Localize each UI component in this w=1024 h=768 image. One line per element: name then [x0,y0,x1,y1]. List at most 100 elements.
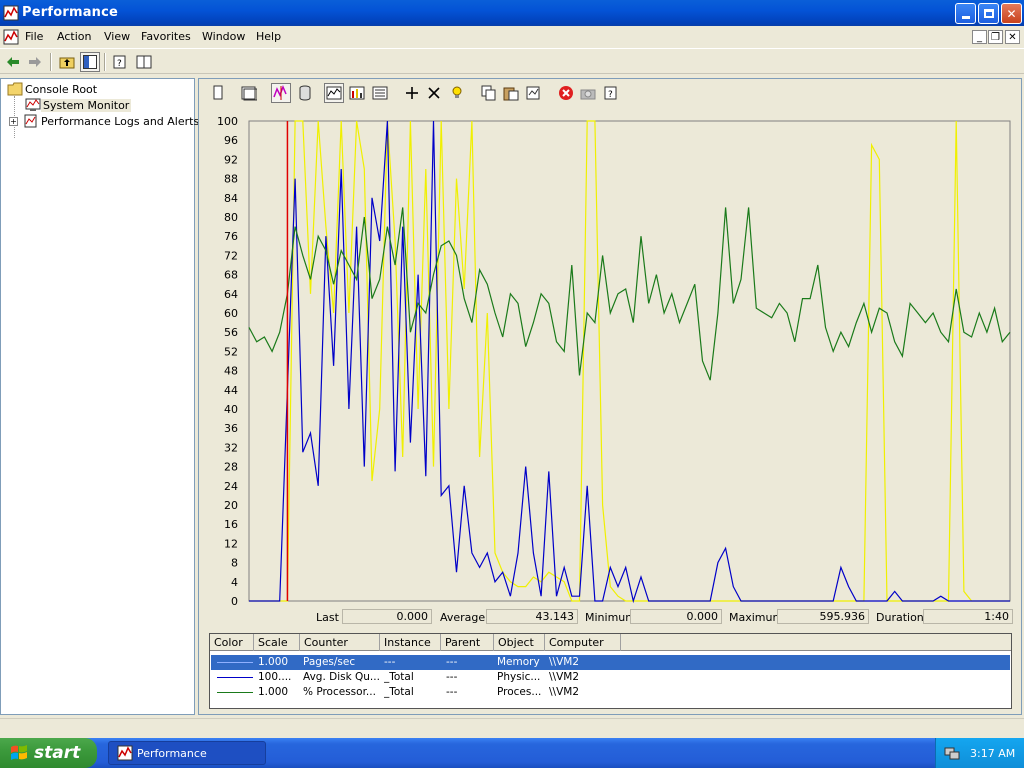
toolbar-separator [104,53,106,71]
minimize-icon: _ [977,31,982,43]
view-graph-button[interactable] [324,83,344,103]
tree-item-performance-logs[interactable]: + Performance Logs and Alerts [9,113,201,129]
legend-header: Color Scale Counter Instance Parent Obje… [210,634,1011,651]
system-monitor-icon [25,98,41,111]
menu-help[interactable]: Help [256,30,281,43]
new-counter-set-button[interactable] [208,83,228,103]
tree-item-system-monitor[interactable]: System Monitor [25,97,132,113]
legend-color-swatch [217,677,253,678]
start-button[interactable]: start [0,738,97,768]
delete-counter-icon [428,87,440,99]
mdi-minimize-button[interactable]: _ [972,30,987,44]
network-icon[interactable] [944,745,960,761]
menu-favorites[interactable]: Favorites [141,30,191,43]
forward-button[interactable] [25,52,45,72]
column-instance[interactable]: Instance [380,634,441,651]
delete-counter-button[interactable] [424,83,444,103]
freeze-display-button[interactable] [556,83,576,103]
performance-icon[interactable] [3,29,19,45]
y-tick-label: 52 [224,345,238,358]
help-button[interactable]: ? [601,83,621,103]
window-title: Performance [22,5,119,20]
paste-counter-list-icon [503,87,519,101]
view-current-activity-icon [273,85,287,100]
minimum-label: Minimum [585,611,636,624]
graph-svg: 1009692888480767268646056524844403632282… [217,115,1011,608]
column-parent[interactable]: Parent [441,634,494,651]
view-current-activity-button[interactable] [271,83,291,103]
column-counter[interactable]: Counter [300,634,380,651]
system-monitor-toolbar: ? [199,79,1021,107]
view-log-data-button[interactable] [295,83,315,103]
minimize-button[interactable] [955,3,976,24]
menu-view[interactable]: View [104,30,130,43]
up-level-button[interactable] [57,52,77,72]
legend-parent: --- [446,671,458,683]
clear-display-icon [241,86,257,101]
properties-button[interactable] [524,83,544,103]
close-icon: ✕ [1008,31,1017,43]
legend-object: Physic... [497,671,541,683]
y-tick-label: 84 [224,192,238,205]
start-label: start [34,743,81,763]
highlight-button[interactable] [447,83,467,103]
taskbar-item-label: Performance [137,746,207,760]
properties-button[interactable]: ? [110,52,130,72]
menu-action[interactable]: Action [57,30,91,43]
console-tree[interactable]: Console Root System Monitor + Performanc… [0,78,199,715]
y-tick-label: 56 [224,326,238,339]
forward-arrow-icon [29,57,41,67]
performance-graph[interactable]: 100 96 92 88 84 80 76 72 68 64 60 56 52 48 44 40 36 32 28 2… [199,109,1021,609]
column-object[interactable]: Object [494,634,545,651]
tree-item-console-root[interactable]: Console Root [7,81,99,97]
main-toolbar: ? [0,48,1024,74]
mdi-restore-button[interactable]: ❐ [988,30,1003,44]
update-data-button[interactable] [578,83,598,103]
restore-button[interactable] [978,3,999,24]
performance-icon [117,745,133,761]
help-pane-button[interactable] [134,52,154,72]
legend-row[interactable]: 1.000 % Processor... _Total --- Proces..… [211,685,1010,700]
last-value: 0.000 [342,609,432,624]
mdi-close-button[interactable]: ✕ [1005,30,1020,44]
legend-computer: \\VM2 [549,686,579,698]
back-button[interactable] [3,52,23,72]
maximum-value: 595.936 [777,609,869,624]
view-histogram-button[interactable] [347,83,367,103]
counter-legend[interactable]: Color Scale Counter Instance Parent Obje… [209,633,1012,709]
menu-file[interactable]: File [25,30,43,43]
clock[interactable]: 3:17 AM [970,747,1015,760]
add-counter-button[interactable] [402,83,422,103]
y-tick-label: 40 [224,403,238,416]
legend-row[interactable]: 1.000 Pages/sec --- --- Memory \\VM2 [211,655,1010,670]
new-counter-set-icon [213,85,223,100]
minimize-icon [961,16,970,19]
legend-scale: 100.... [258,671,292,683]
average-label: Average [440,611,486,624]
copy-properties-button[interactable] [479,83,499,103]
last-label: Last [316,611,339,624]
y-tick-label: 16 [224,518,238,531]
system-tray: 3:17 AM [935,738,1024,768]
y-tick-label: 8 [231,557,238,570]
paste-counter-list-button[interactable] [501,83,521,103]
close-icon: ✕ [1006,6,1017,21]
clear-display-button[interactable] [239,83,259,103]
menu-window[interactable]: Window [202,30,245,43]
y-tick-label: 24 [224,480,238,493]
title-bar[interactable]: Performance ✕ [0,0,1024,26]
properties-icon: ? [113,55,126,69]
column-computer[interactable]: Computer [545,634,621,651]
legend-row[interactable]: 100.... Avg. Disk Qu... _Total --- Physi… [211,670,1010,685]
logs-alerts-icon [24,114,37,128]
copy-properties-icon [481,85,496,101]
view-report-button[interactable] [370,83,390,103]
update-data-icon [580,89,596,100]
column-scale[interactable]: Scale [254,634,300,651]
close-button[interactable]: ✕ [1001,3,1022,24]
show-hide-tree-button[interactable] [80,52,100,72]
column-color[interactable]: Color [210,634,254,651]
expand-plus-icon[interactable]: + [9,116,18,126]
taskbar-item-performance[interactable]: Performance [108,741,266,765]
legend-instance: --- [384,656,396,668]
